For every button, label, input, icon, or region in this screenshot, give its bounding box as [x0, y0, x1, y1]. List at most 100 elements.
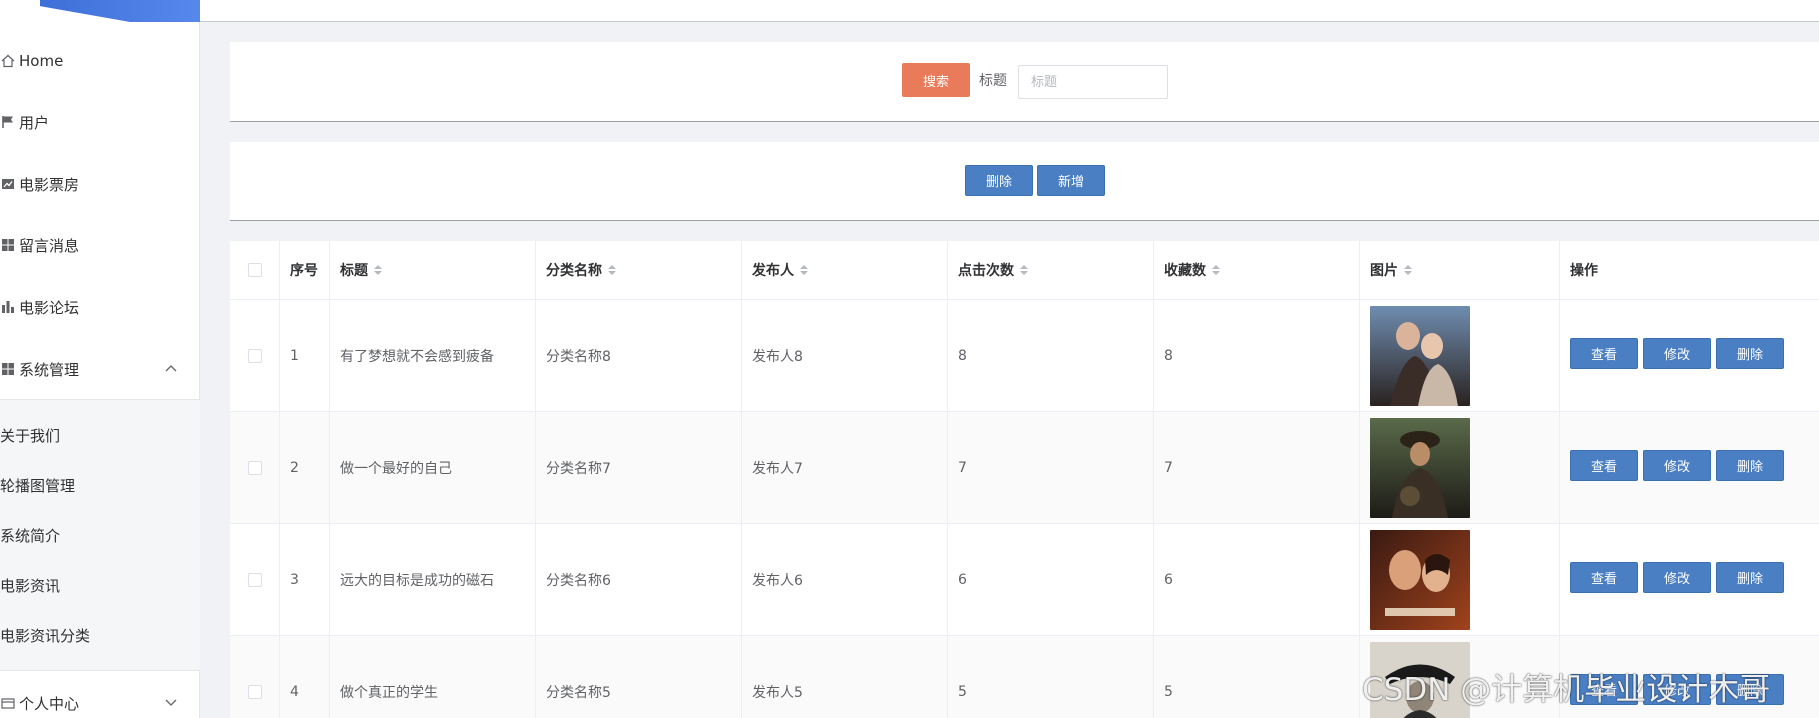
menu-item-label: 电影票房	[19, 175, 80, 194]
operations-cell: 查看 修改 删除	[1560, 412, 1819, 523]
chevron-up-icon	[164, 361, 178, 378]
edit-button[interactable]: 修改	[1643, 338, 1711, 369]
table-row: 3 远大的目标是成功的磁石 分类名称6 发布人6 6 6 查看 修改 删除	[230, 524, 1819, 636]
title-cell: 做个真正的学生	[330, 636, 536, 718]
category-cell: 分类名称6	[536, 524, 742, 635]
header-label: 标题	[340, 263, 368, 279]
title-cell: 有了梦想就不会感到疲备	[330, 300, 536, 411]
header-category[interactable]: 分类名称	[536, 241, 742, 299]
menu-item-label: 系统管理	[19, 360, 80, 379]
header-label: 图片	[1370, 263, 1398, 279]
search-button[interactable]: 搜索	[902, 63, 970, 97]
submenu-item-news-category[interactable]: 电影资讯分类	[0, 613, 200, 657]
row-select-cell	[230, 412, 280, 523]
category-cell: 分类名称8	[536, 300, 742, 411]
favorites-cell: 5	[1154, 636, 1360, 718]
publisher-cell: 发布人5	[742, 636, 948, 718]
delete-button[interactable]: 删除	[1716, 562, 1784, 593]
sort-icon[interactable]	[608, 265, 616, 275]
header-clicks[interactable]: 点击次数	[948, 241, 1154, 299]
line-chart-icon	[0, 176, 16, 192]
row-select-cell	[230, 300, 280, 411]
sort-icon[interactable]	[374, 265, 382, 275]
select-all-checkbox[interactable]	[247, 263, 262, 277]
menu-item-home[interactable]: Home	[0, 36, 200, 86]
submenu-item-label: 电影资讯	[0, 576, 61, 595]
sort-icon[interactable]	[1404, 265, 1412, 275]
menu-item-forum[interactable]: 电影论坛	[0, 282, 200, 332]
favorites-cell: 6	[1154, 524, 1360, 635]
image-cell	[1360, 300, 1560, 411]
menu-item-users[interactable]: 用户	[0, 97, 200, 147]
menu-item-box-office[interactable]: 电影票房	[0, 159, 200, 209]
category-cell: 分类名称7	[536, 412, 742, 523]
submenu-item-about[interactable]: 关于我们	[0, 413, 200, 457]
row-select-cell	[230, 524, 280, 635]
grid-icon	[0, 237, 16, 253]
chevron-down-icon	[164, 695, 178, 712]
delete-button[interactable]: 删除	[1716, 450, 1784, 481]
menu-item-messages[interactable]: 留言消息	[0, 220, 200, 270]
sidebar-logo-banner	[0, 0, 200, 22]
flag-icon	[0, 114, 16, 130]
header-label: 操作	[1570, 263, 1598, 279]
sort-icon[interactable]	[1212, 265, 1220, 275]
header-title[interactable]: 标题	[330, 241, 536, 299]
header-index: 序号	[280, 241, 330, 299]
header-label: 序号	[290, 263, 318, 279]
card-icon	[0, 695, 16, 711]
header-label: 分类名称	[546, 263, 602, 279]
clicks-cell: 8	[948, 300, 1154, 411]
view-button[interactable]: 查看	[1570, 450, 1638, 481]
header-publisher[interactable]: 发布人	[742, 241, 948, 299]
submenu-item-system-intro[interactable]: 系统简介	[0, 513, 200, 557]
operations-cell: 查看 修改 删除	[1560, 300, 1819, 411]
menu-item-label: 电影论坛	[19, 298, 80, 317]
index-cell: 3	[280, 524, 330, 635]
table-row: 2 做一个最好的自己 分类名称7 发布人7 7 7 查看 修改 删除	[230, 412, 1819, 524]
row-checkbox[interactable]	[247, 348, 262, 363]
movie-poster-image[interactable]	[1370, 305, 1470, 406]
sort-icon[interactable]	[1020, 265, 1028, 275]
clicks-cell: 5	[948, 636, 1154, 718]
clicks-cell: 6	[948, 524, 1154, 635]
menu-item-system-management[interactable]: 系统管理	[0, 344, 200, 394]
sidebar: Home 用户 电影票房 留言消息 电影论坛 系统管理 关于我们 轮播图管理 系…	[0, 0, 200, 718]
header-image[interactable]: 图片	[1360, 241, 1560, 299]
index-cell: 2	[280, 412, 330, 523]
favorites-cell: 8	[1154, 300, 1360, 411]
view-button[interactable]: 查看	[1570, 562, 1638, 593]
movie-poster-image[interactable]	[1370, 529, 1470, 630]
category-cell: 分类名称5	[536, 636, 742, 718]
submenu-item-movie-news[interactable]: 电影资讯	[0, 563, 200, 607]
submenu-item-label: 系统简介	[0, 526, 61, 545]
title-cell: 做一个最好的自己	[330, 412, 536, 523]
edit-button[interactable]: 修改	[1643, 450, 1711, 481]
row-checkbox[interactable]	[247, 572, 262, 587]
operations-cell: 查看 修改 删除	[1560, 524, 1819, 635]
delete-button[interactable]: 删除	[1716, 338, 1784, 369]
movie-poster-image[interactable]	[1370, 417, 1470, 518]
add-button[interactable]: 新增	[1037, 165, 1105, 196]
menu-item-personal-center[interactable]: 个人中心	[0, 678, 200, 718]
publisher-cell: 发布人8	[742, 300, 948, 411]
menu-item-label: 用户	[19, 113, 50, 132]
data-table: 序号 标题 分类名称 发布人 点击次数 收藏数 图片 操作 1 有了梦想就不会感…	[230, 241, 1819, 718]
edit-button[interactable]: 修改	[1643, 562, 1711, 593]
publisher-cell: 发布人6	[742, 524, 948, 635]
image-cell	[1360, 524, 1560, 635]
batch-delete-button[interactable]: 删除	[965, 165, 1033, 196]
submenu-item-label: 电影资讯分类	[0, 626, 91, 645]
submenu-item-label: 轮播图管理	[0, 476, 76, 495]
publisher-cell: 发布人7	[742, 412, 948, 523]
header-favorites[interactable]: 收藏数	[1154, 241, 1360, 299]
header-operations: 操作	[1560, 241, 1819, 299]
row-checkbox[interactable]	[247, 460, 262, 475]
row-checkbox[interactable]	[247, 684, 262, 699]
title-search-input[interactable]	[1018, 65, 1168, 99]
submenu-item-carousel[interactable]: 轮播图管理	[0, 463, 200, 507]
favorites-cell: 7	[1154, 412, 1360, 523]
sort-icon[interactable]	[800, 265, 808, 275]
image-cell	[1360, 412, 1560, 523]
view-button[interactable]: 查看	[1570, 338, 1638, 369]
